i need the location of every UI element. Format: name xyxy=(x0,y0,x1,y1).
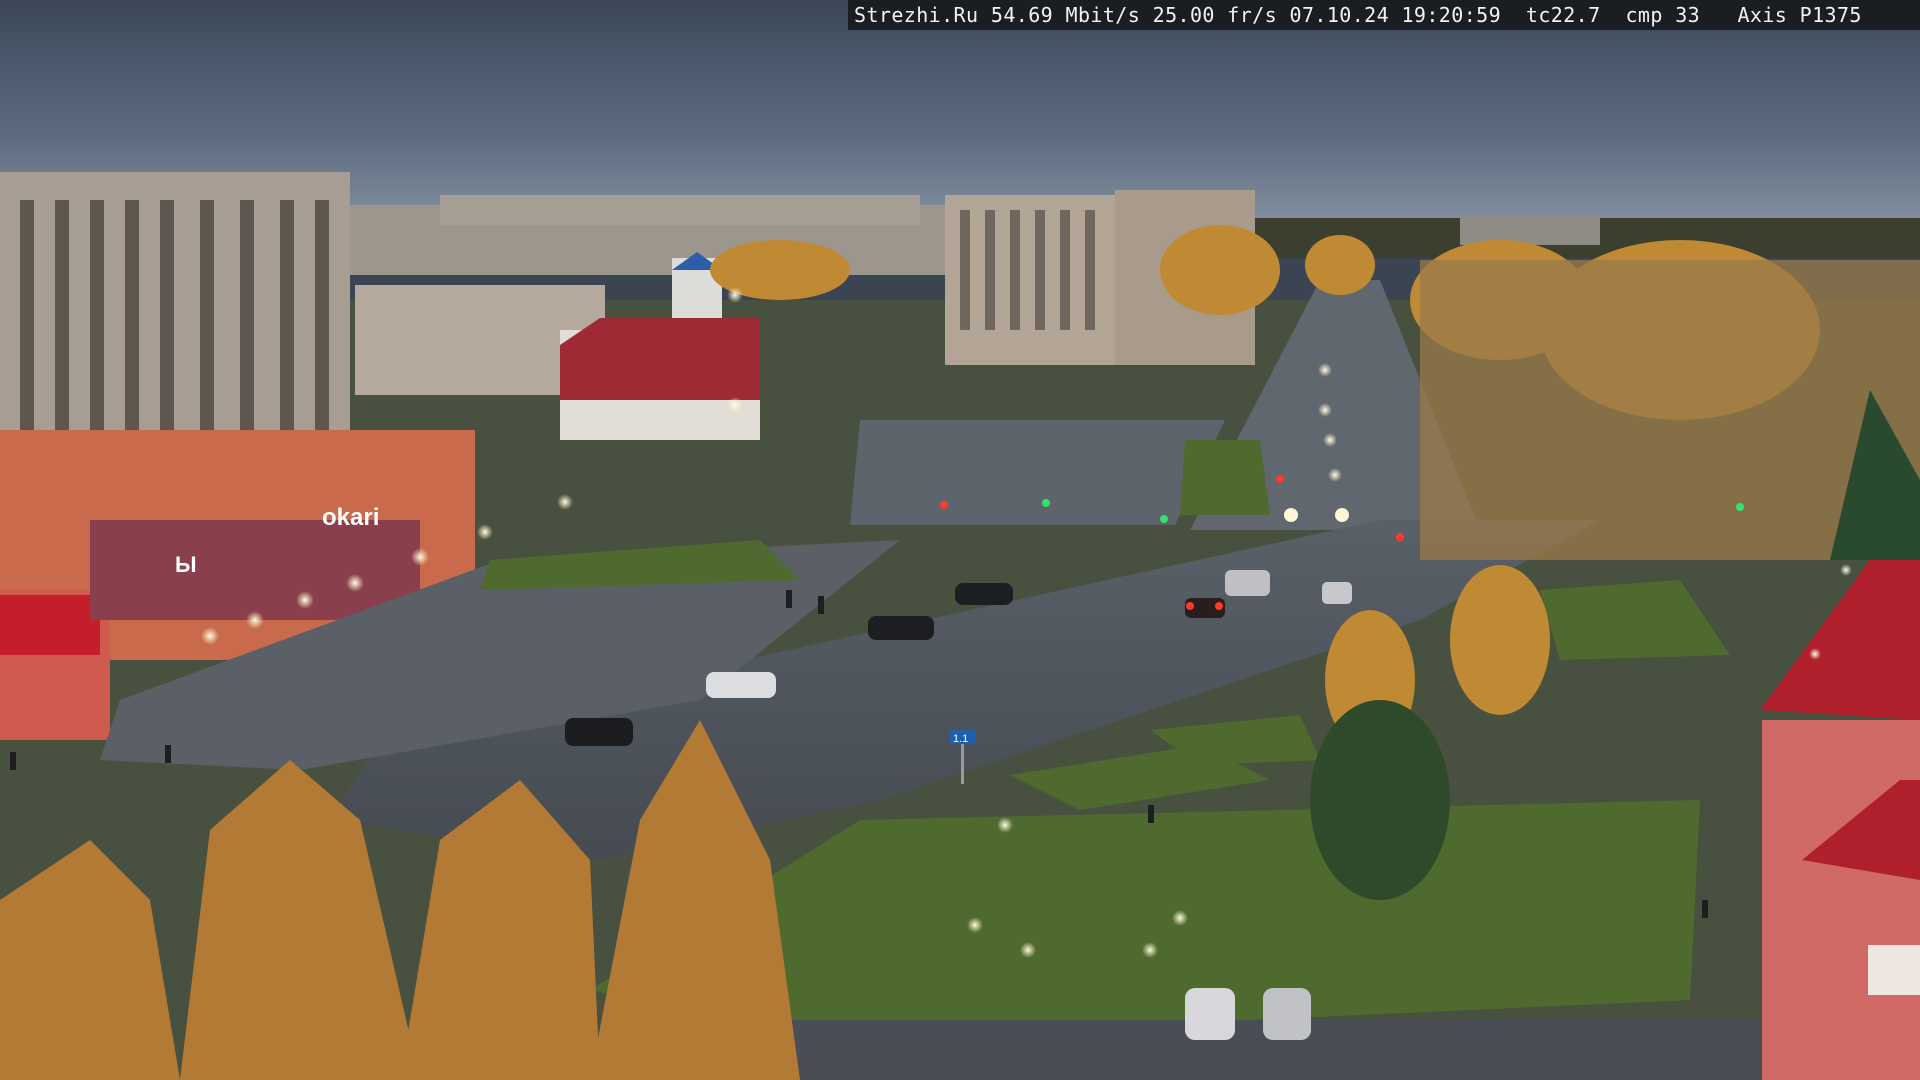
overlay-time: 19:20:59 xyxy=(1401,3,1502,27)
overlay-cmp: cmp 33 xyxy=(1625,3,1701,27)
overlay-tc: tc22.7 xyxy=(1525,3,1601,27)
overlay-bitrate: 54.69 Mbit/s xyxy=(990,3,1141,27)
overlay-date: 07.10.24 xyxy=(1289,3,1390,27)
road-sign-label: 1.1 xyxy=(953,733,968,745)
overlay-framerate: 25.00 fr/s xyxy=(1152,3,1278,27)
plaza-parking xyxy=(850,420,1225,525)
shop-sign-left: Ы xyxy=(175,552,197,577)
shop-sign-right: okari xyxy=(322,504,379,531)
red-roof xyxy=(560,318,760,400)
camera-info-overlay: Strezhi.Ru 54.69 Mbit/s 25.00 fr/s 07.10… xyxy=(848,0,1920,30)
camera-view: Ы okari 1.1 Strezhi.Ru 54.69 Mbit/s 25.0… xyxy=(0,0,1920,1080)
pine-tree xyxy=(1310,700,1450,900)
overlay-camera-model: Axis P1375 xyxy=(1737,3,1862,27)
street-scene-image: Ы okari 1.1 xyxy=(0,0,1920,1080)
overlay-site: Strezhi.Ru xyxy=(854,3,979,27)
